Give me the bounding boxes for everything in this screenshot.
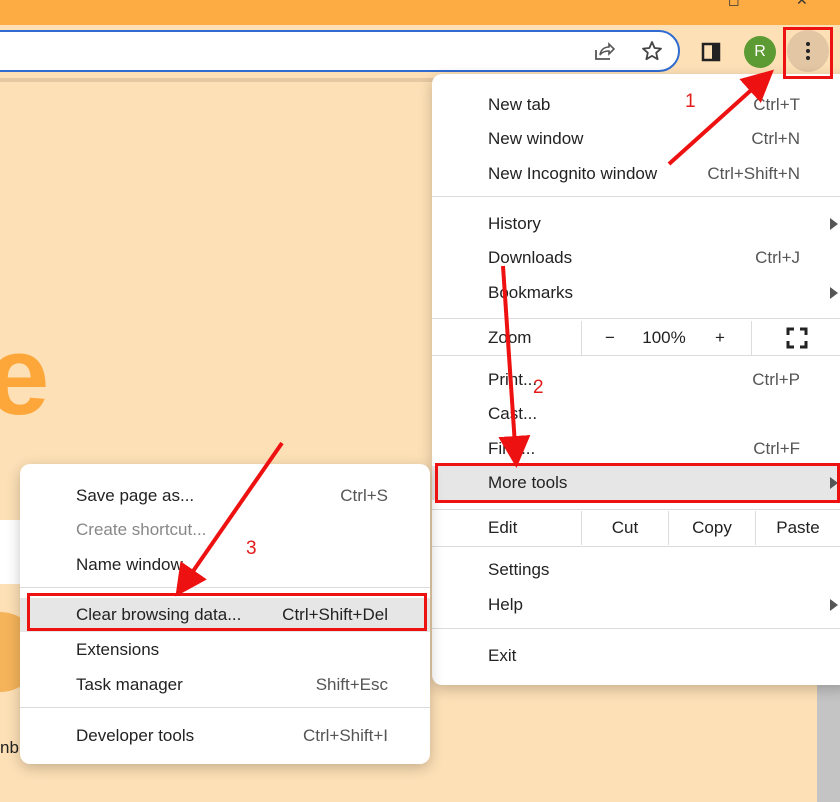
annotation-arrows — [175, 69, 774, 597]
annotation-arrow-1 — [667, 69, 774, 166]
annotation-arrow-3 — [175, 441, 284, 597]
annotation-arrow-2 — [498, 265, 531, 468]
